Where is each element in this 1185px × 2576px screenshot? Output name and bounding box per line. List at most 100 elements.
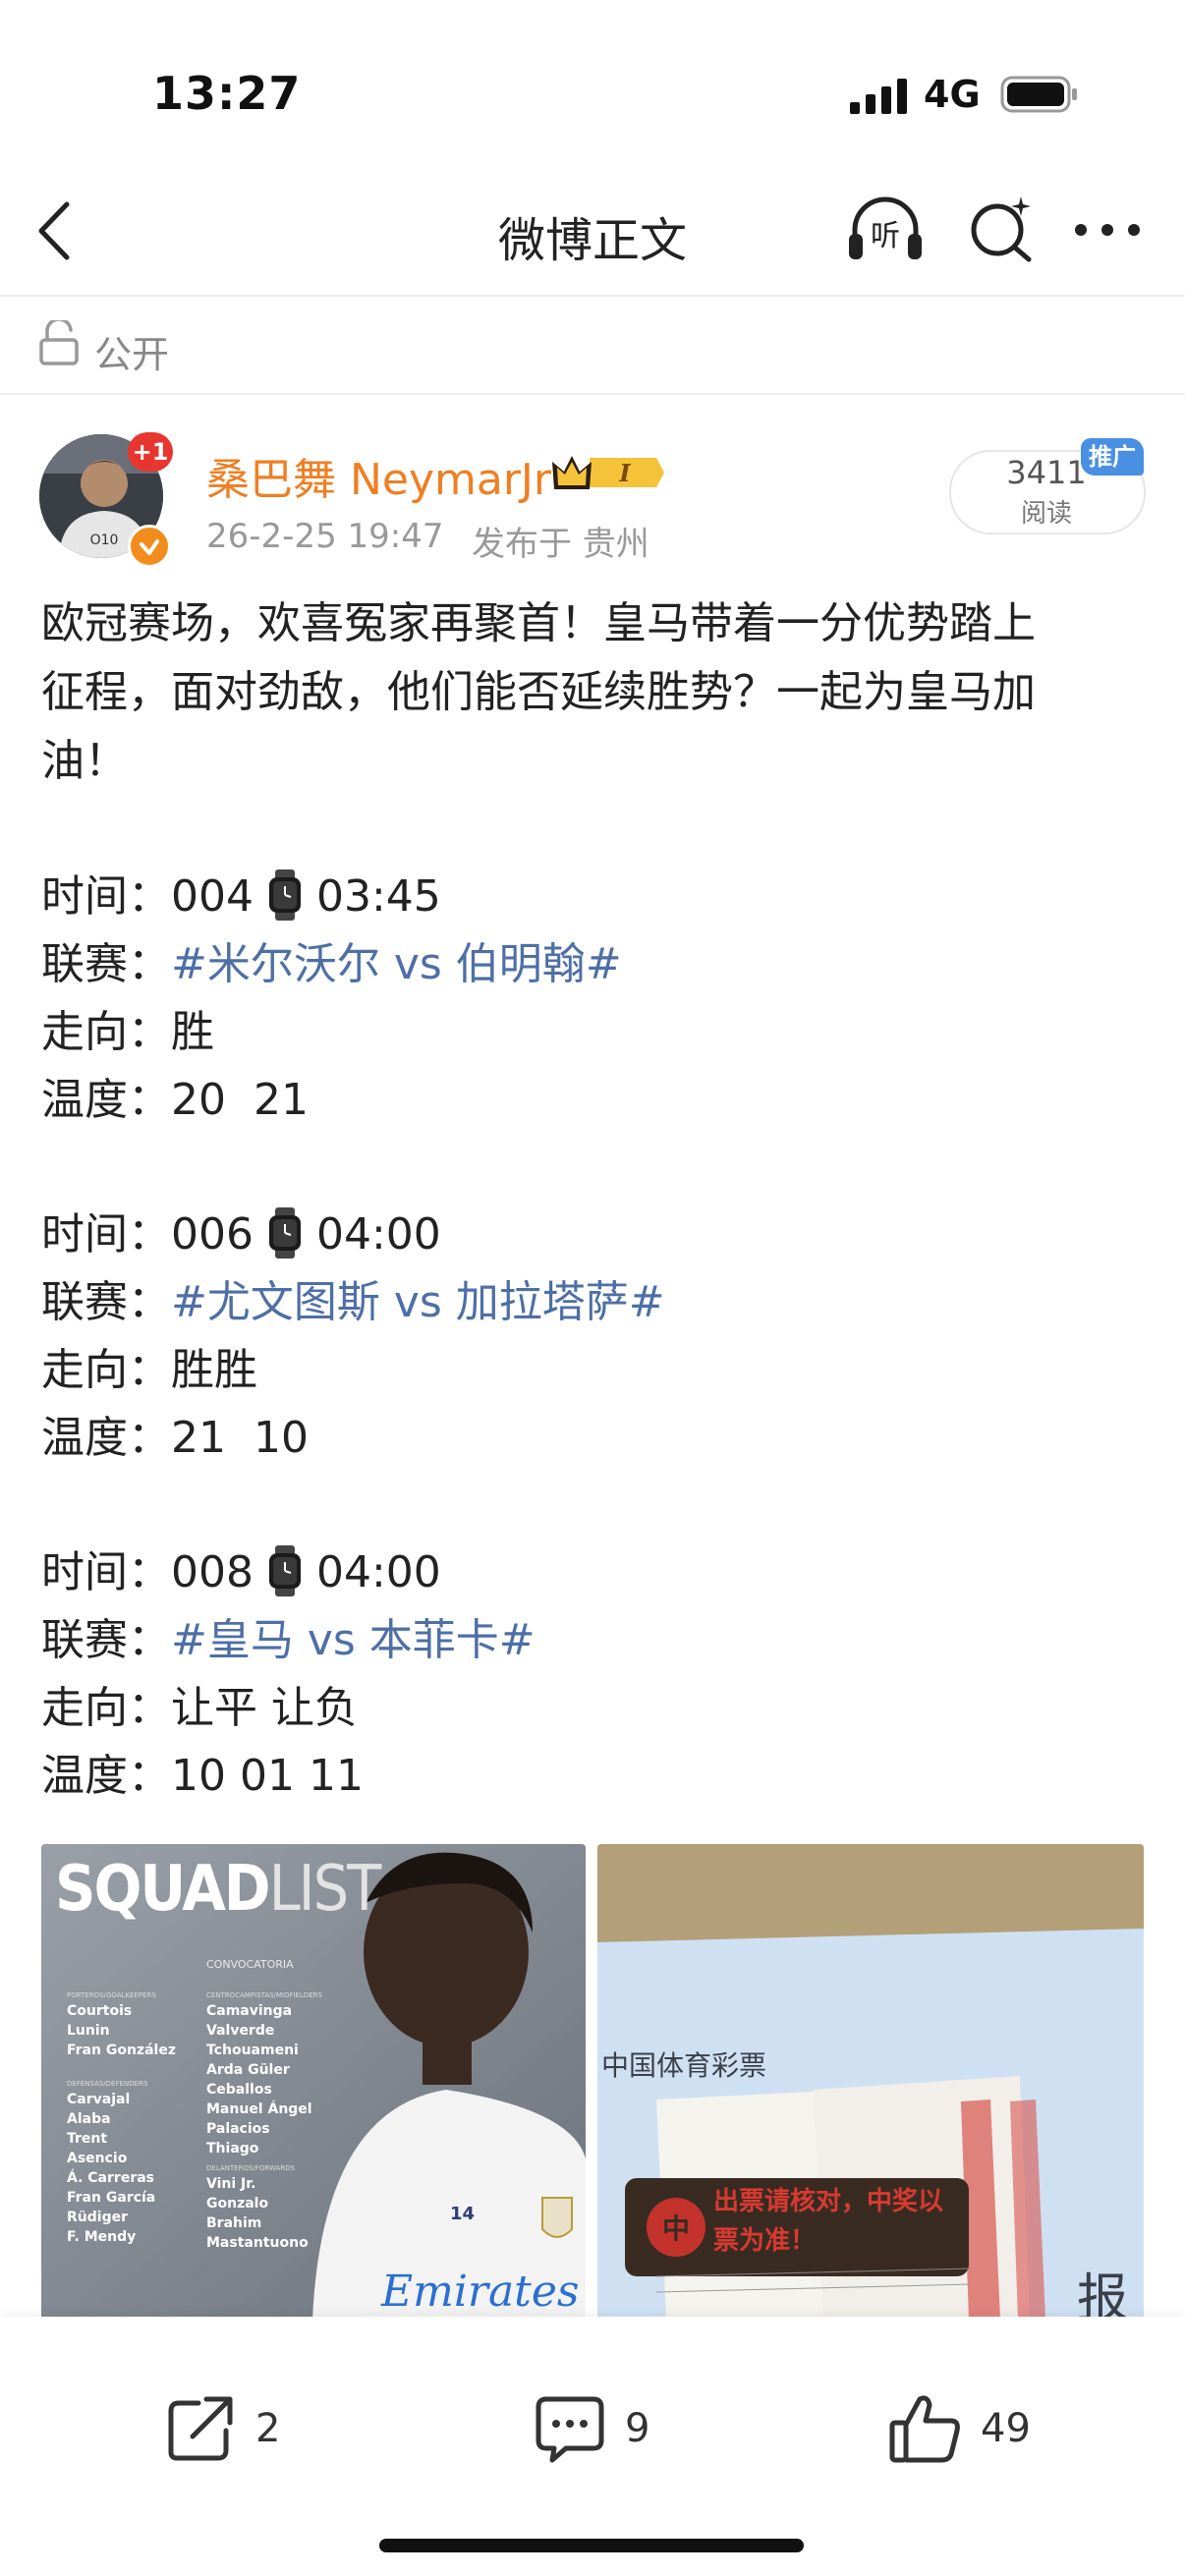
player-name: Carvajal xyxy=(67,2092,131,2107)
match-direction-label: 走向： xyxy=(41,1683,171,1733)
match-temp-row: 温度：10 01 11 xyxy=(41,1742,364,1811)
match-topic-link[interactable]: #米尔沃尔 vs 伯明翰# xyxy=(171,939,622,989)
match-direction-row: 走向：胜胜 xyxy=(41,1336,257,1405)
promoted-tag: 推广 xyxy=(1081,438,1144,476)
home-indicator[interactable] xyxy=(379,2539,804,2552)
share-icon xyxy=(168,2396,233,2461)
match-time-row: 时间：008 04:00 xyxy=(41,1539,441,1607)
match-league-label: 联赛： xyxy=(41,1277,171,1327)
goalkeepers-list: Courtois Lunin Fran González xyxy=(67,2001,176,2060)
nav-divider xyxy=(0,295,1185,297)
visibility-divider xyxy=(0,393,1185,395)
player-name: Thiago xyxy=(206,2141,259,2156)
shirt-sponsor: Emirates xyxy=(381,2267,580,2317)
like-button[interactable]: 49 xyxy=(888,2391,1031,2466)
match-time-label: 时间： xyxy=(41,1547,171,1597)
match-temp-row: 温度：20 21 xyxy=(41,1066,309,1135)
bottom-action-bar: 2 9 49 xyxy=(0,2317,1185,2576)
like-count: 49 xyxy=(981,2406,1031,2451)
share-count: 2 xyxy=(255,2406,281,2451)
match-code: 006 xyxy=(171,1209,254,1260)
match-league-row: 联赛：#米尔沃尔 vs 伯明翰# xyxy=(41,930,622,999)
thumbs-up-icon xyxy=(889,2395,960,2463)
defenders-header: DEFENSAS/DEFENDERS xyxy=(67,2080,148,2088)
player-name: Á. Carreras xyxy=(67,2170,154,2186)
post-location: 发布于 贵州 xyxy=(472,525,649,564)
match-temp: 20 21 xyxy=(171,1075,309,1125)
match-time-label: 时间： xyxy=(41,1209,171,1260)
match-temp: 10 01 11 xyxy=(171,1751,364,1801)
lottery-stamp-text: 出票请核对，中奖以票为准！ xyxy=(713,2187,944,2256)
match-code: 008 xyxy=(171,1547,254,1597)
match-league-row: 联赛：#皇马 vs 本菲卡# xyxy=(41,1606,536,1675)
player-name: Valverde xyxy=(206,2023,275,2039)
network-type: 4G xyxy=(924,73,981,116)
post-date: 26-2-25 19:47 xyxy=(206,517,444,556)
player-name: Rüdiger xyxy=(67,2210,128,2225)
member-crown-badge-icon: I xyxy=(552,456,664,489)
match-time-label: 时间： xyxy=(41,871,171,922)
listen-headphones-icon[interactable]: 听 xyxy=(845,195,926,265)
match-kickoff: 03:45 xyxy=(315,871,441,922)
player-name: Vini Jr. xyxy=(206,2176,256,2192)
player-name: Gonzalo xyxy=(206,2196,269,2212)
match-topic-link[interactable]: #皇马 vs 本菲卡# xyxy=(171,1615,536,1665)
match-temp-label: 温度： xyxy=(41,1413,171,1463)
watch-icon xyxy=(268,1545,301,1596)
watch-icon xyxy=(268,869,301,921)
post-image-lottery-ticket[interactable]: 中 中国体育彩票 出票请核对，中奖以票为准！ 报告 xyxy=(597,1844,1144,2320)
squad-subtitle: CONVOCATORIA xyxy=(206,1958,294,1971)
comment-button[interactable]: 9 xyxy=(533,2391,649,2466)
player-name: Palacios xyxy=(206,2121,270,2137)
match-time-row: 时间：004 03:45 xyxy=(41,863,441,931)
unlock-icon xyxy=(39,320,79,365)
post-text-line: 欧冠赛场，欢喜冤家再聚首！皇马带着一分优势踏上 xyxy=(41,598,1036,648)
battery-icon xyxy=(1000,76,1077,113)
player-name: Lunin xyxy=(67,2023,110,2039)
read-count-label: 阅读 xyxy=(1020,499,1072,529)
player-name: Ceballos xyxy=(206,2082,272,2098)
author-name[interactable]: 桑巴舞 NeymarJr xyxy=(206,444,551,507)
post-image-squad-list[interactable]: SQUADLIST CONVOCATORIA PORTEROS/GOALKEEP… xyxy=(41,1844,586,2320)
player-name: Brahim xyxy=(206,2215,262,2231)
player-name: Asencio xyxy=(67,2151,128,2166)
comment-count: 9 xyxy=(625,2406,650,2451)
search-icon[interactable] xyxy=(966,193,1037,263)
more-options-icon[interactable] xyxy=(1073,220,1142,240)
player-name: Alaba xyxy=(67,2111,111,2127)
goalkeepers-header: PORTEROS/GOALKEEPERS xyxy=(67,1991,156,1999)
squad-title: SQUADLIST xyxy=(55,1858,381,1921)
forwards-header: DELANTEROS/FORWARDS xyxy=(206,2164,295,2172)
match-topic-link[interactable]: #尤文图斯 vs 加拉塔萨# xyxy=(171,1277,665,1327)
player-name: Camavinga xyxy=(206,2003,293,2019)
match-kickoff: 04:00 xyxy=(315,1547,441,1597)
match-league-label: 联赛： xyxy=(41,939,171,989)
player-name: Tchouameni xyxy=(206,2043,299,2058)
player-name: Fran García xyxy=(67,2190,156,2206)
shirt-number: 14 xyxy=(450,2204,476,2224)
comment-bubble-icon xyxy=(536,2396,604,2463)
match-direction: 胜 xyxy=(171,1007,214,1057)
match-code: 004 xyxy=(171,871,254,922)
match-temp-label: 温度： xyxy=(41,1075,171,1125)
watch-icon xyxy=(268,1207,301,1259)
player-name: Mastantuono xyxy=(206,2235,309,2251)
player-name: Arda Güler xyxy=(206,2062,290,2078)
visibility-label: 公开 xyxy=(94,333,170,376)
post-text-line: 征程，面对劲敌，他们能否延续胜势？一起为皇马加 xyxy=(41,667,1036,717)
share-button[interactable]: 2 xyxy=(163,2391,280,2466)
lottery-side-text: 报告 xyxy=(1077,2269,1129,2320)
match-direction-row: 走向：让平 让负 xyxy=(41,1674,358,1743)
match-direction-label: 走向： xyxy=(41,1007,171,1057)
match-direction: 让平 让负 xyxy=(171,1683,358,1733)
svg-text:听: 听 xyxy=(871,219,900,253)
player-name: Manuel Ángel xyxy=(206,2101,312,2117)
squad-title-main: SQUAD xyxy=(55,1853,271,1926)
lottery-name: 中国体育彩票 xyxy=(601,2049,767,2082)
match-kickoff: 04:00 xyxy=(315,1209,441,1260)
player-name: Courtois xyxy=(67,2003,133,2019)
svg-text:I: I xyxy=(618,459,631,487)
match-league-label: 联赛： xyxy=(41,1615,171,1665)
friend-count-badge: +1 xyxy=(128,432,173,472)
match-league-row: 联赛：#尤文图斯 vs 加拉塔萨# xyxy=(41,1268,665,1337)
